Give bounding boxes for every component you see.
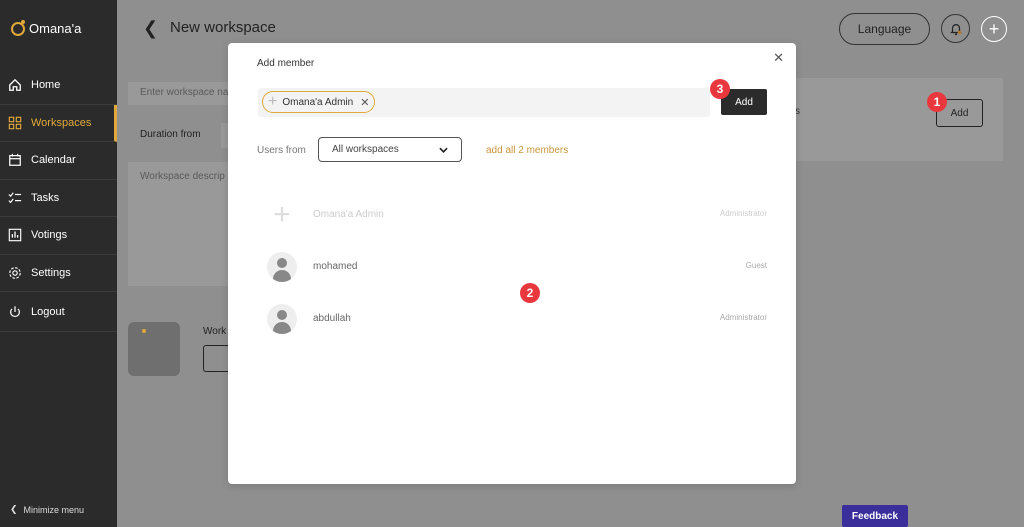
- bell-icon: [949, 23, 962, 35]
- chevron-left-icon: ❮: [10, 504, 18, 514]
- users-from-label: Users from: [257, 145, 306, 156]
- feedback-button[interactable]: Feedback: [842, 505, 908, 527]
- remove-chip-icon[interactable]: ✕: [360, 96, 369, 109]
- member-row-omanaa-admin[interactable]: + Omana'a Admin Administrator: [267, 200, 767, 230]
- close-icon[interactable]: ✕: [773, 50, 784, 66]
- sidebar: Omana'a Home Workspaces Calendar Tasks V…: [0, 0, 117, 527]
- sidebar-item-home[interactable]: Home: [0, 67, 117, 105]
- add-plus-icon: +: [273, 200, 291, 230]
- sidebar-item-label: Workspaces: [31, 116, 92, 129]
- workspace-image-placeholder[interactable]: [128, 322, 180, 376]
- sidebar-item-label: Home: [31, 79, 61, 92]
- sidebar-item-label: Tasks: [31, 191, 60, 204]
- chevron-down-icon: [439, 147, 448, 153]
- step-badge-2: 2: [520, 283, 540, 303]
- member-role: Administrator: [719, 313, 767, 322]
- sidebar-item-calendar[interactable]: Calendar: [0, 142, 117, 180]
- avatar: [267, 252, 297, 282]
- member-row-abdullah[interactable]: abdullah Administrator: [267, 304, 767, 334]
- page-title: New workspace: [170, 19, 276, 36]
- step-badge-3: 3: [710, 79, 730, 99]
- grid-icon: [8, 116, 22, 130]
- bar-chart-icon: [8, 228, 22, 242]
- modal-title: Add member: [257, 58, 315, 69]
- sidebar-nav: Home Workspaces Calendar Tasks Votings S…: [0, 67, 117, 332]
- checklist-icon: [8, 191, 22, 205]
- sidebar-item-label: Settings: [31, 266, 71, 279]
- notifications-button[interactable]: [941, 14, 970, 43]
- language-button[interactable]: Language: [839, 13, 930, 45]
- calendar-icon: [8, 153, 22, 167]
- select-value: All workspaces: [332, 144, 399, 155]
- back-arrow-icon[interactable]: ❮: [143, 18, 158, 39]
- member-role: Administrator: [719, 209, 767, 218]
- plus-icon: +: [988, 18, 1000, 39]
- minimize-menu-button[interactable]: ❮ Minimize menu: [10, 504, 84, 515]
- create-button[interactable]: +: [981, 16, 1007, 42]
- sidebar-item-label: Calendar: [31, 154, 76, 167]
- home-icon: [8, 78, 22, 92]
- sidebar-item-workspaces[interactable]: Workspaces: [0, 104, 117, 142]
- sidebar-item-label: Logout: [31, 305, 65, 318]
- sidebar-item-tasks[interactable]: Tasks: [0, 180, 117, 217]
- workspace-description-input[interactable]: Workspace descrip: [128, 162, 238, 286]
- app-name: Omana'a: [29, 21, 82, 36]
- sidebar-item-votings[interactable]: Votings: [0, 217, 117, 255]
- member-role: Guest: [745, 261, 767, 270]
- gear-icon: [8, 266, 22, 280]
- add-all-members-link[interactable]: add all 2 members: [486, 145, 568, 156]
- power-icon: [8, 305, 22, 319]
- member-name: mohamed: [313, 261, 358, 272]
- sidebar-item-label: Votings: [31, 229, 68, 242]
- chip-label: Omana'a Admin: [282, 96, 354, 108]
- selected-member-chip: + Omana'a Admin ✕: [262, 91, 376, 113]
- logo-icon: [11, 19, 25, 36]
- member-name: abdullah: [313, 313, 351, 324]
- member-name: Omana'a Admin: [313, 209, 384, 220]
- workspace-image-label: Work: [203, 326, 227, 337]
- step-badge-1: 1: [927, 92, 947, 112]
- sidebar-item-logout[interactable]: Logout: [0, 292, 117, 332]
- app-logo[interactable]: Omana'a: [11, 19, 82, 36]
- workspace-name-input[interactable]: Enter workspace na: [128, 82, 238, 105]
- minimize-menu-label: Minimize menu: [23, 504, 85, 515]
- member-row-mohamed[interactable]: mohamed Guest: [267, 252, 767, 282]
- duration-label: Duration from: [140, 129, 201, 140]
- add-member-modal: Add member ✕ + Omana'a Admin ✕ Add Users…: [228, 43, 796, 484]
- avatar: [267, 304, 297, 334]
- workspace-filter-select[interactable]: All workspaces: [318, 137, 462, 162]
- sidebar-item-settings[interactable]: Settings: [0, 255, 117, 292]
- selected-members-input[interactable]: + Omana'a Admin ✕: [258, 88, 710, 117]
- plus-icon: +: [268, 93, 278, 110]
